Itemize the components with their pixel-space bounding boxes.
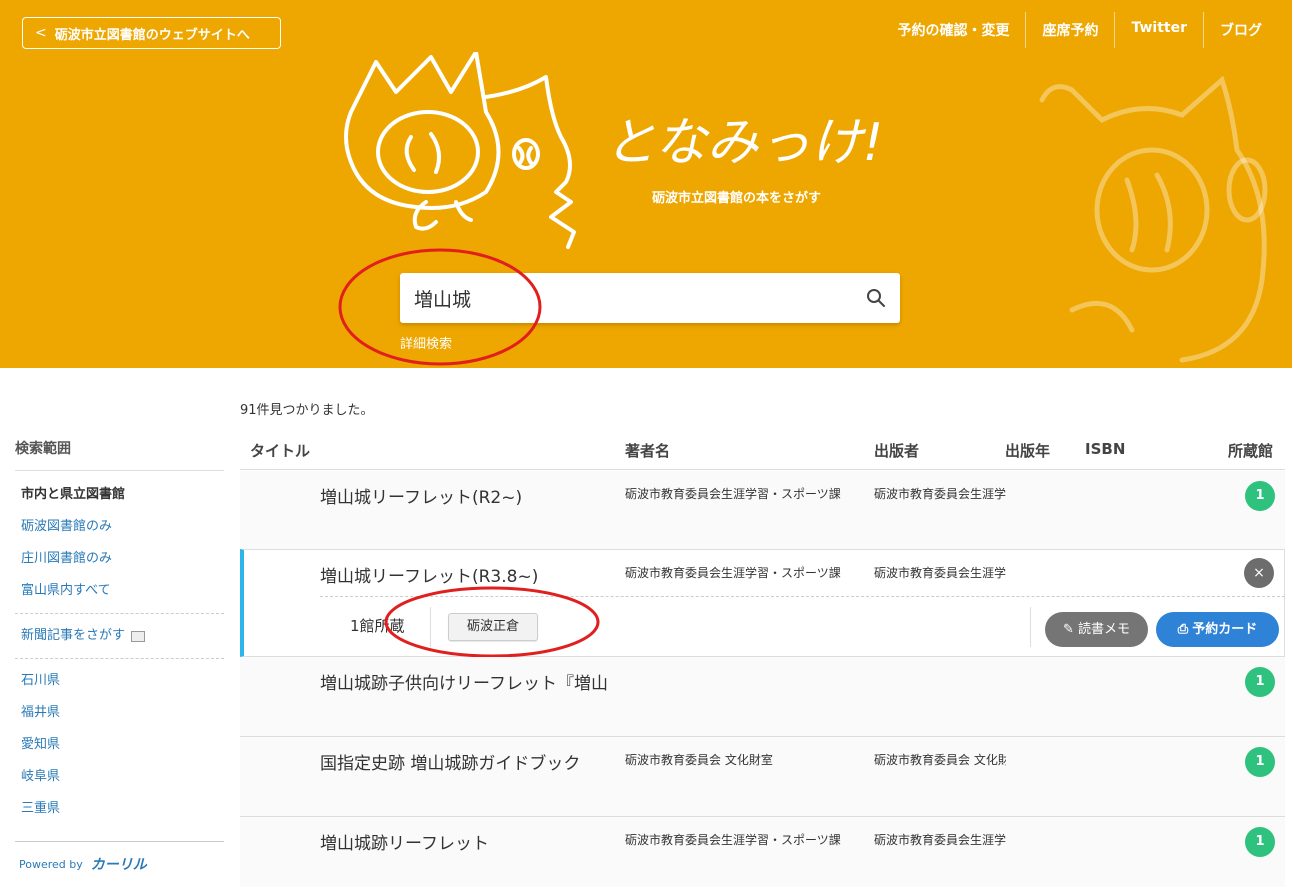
calil-logo: カーリル [90,857,147,873]
search-icon[interactable] [866,288,886,308]
library-count: 1館所蔵 [350,617,405,635]
scope-aichi[interactable]: 愛知県 [15,729,224,761]
book-title[interactable]: 増山城跡子供向けリーフレット『増山 [320,669,610,694]
scope-ishikawa[interactable]: 石川県 [15,665,224,697]
book-publisher: 砺波市教育委員会生涯学 [874,487,1006,501]
book-title[interactable]: 国指定史跡 増山城跡ガイドブック [320,749,610,774]
table-row-expanded[interactable]: 増山城リーフレット(R3.8~) 砺波市教育委員会生涯学習・スポーツ課 砺波市教… [240,549,1285,657]
col-author[interactable]: 著者名 [625,440,670,461]
pencil-icon: ✎ [1063,622,1074,637]
close-button[interactable]: × [1244,558,1274,588]
nav-seat-reservation[interactable]: 座席予約 [1025,12,1114,48]
printer-icon: ⎙ [1177,622,1189,637]
table-row[interactable]: 国指定史跡 増山城跡ガイドブック 砺波市教育委員会 文化財室 砺波市教育委員会 … [240,737,1285,817]
top-nav: 予約の確認・変更 座席予約 Twitter ブログ [881,12,1278,48]
powered-by-text: Powered by [19,857,83,871]
nav-twitter[interactable]: Twitter [1114,12,1203,48]
library-website-button[interactable]: < 砺波市立図書館のウェブサイトへ [22,17,281,49]
result-count: 91件見つかりました。 [240,403,374,418]
scope-newspaper[interactable]: 新聞記事をさがす [15,620,224,652]
reservation-card-button[interactable]: ⎙ 予約カード [1156,612,1279,647]
divider [15,613,224,614]
newspaper-icon [131,630,146,642]
scope-toyama-all[interactable]: 富山県内すべて [15,575,224,607]
col-title[interactable]: タイトル [250,440,310,461]
powered-by-footer[interactable]: Powered by カーリル [15,841,224,874]
book-publisher: 砺波市教育委員会生涯学 [874,566,1006,580]
divider [1030,607,1031,647]
scope-fukui[interactable]: 福井県 [15,697,224,729]
header: < 砺波市立図書館のウェブサイトへ 予約の確認・変更 座席予約 Twitter … [0,0,1292,368]
chevron-left-icon: < [35,25,47,41]
scope-shogawa-only[interactable]: 庄川図書館のみ [15,543,224,575]
holdings-count-badge[interactable]: 1 [1245,481,1275,511]
search-input[interactable] [400,273,840,323]
mascot-illustration [344,52,576,249]
scope-tonami-only[interactable]: 砺波図書館のみ [15,511,224,543]
logo-text: となみっけ! [604,113,883,173]
col-holdings[interactable]: 所蔵館 [1228,440,1273,461]
search-scope-title: 検索範囲 [15,430,224,471]
search-box [400,273,900,323]
divider [15,658,224,659]
col-year[interactable]: 出版年 [1005,440,1050,461]
book-publisher: 砺波市教育委員会 文化財 [874,753,1006,767]
tagline: 砺波市立図書館の本をさがす [652,191,822,206]
nav-blog[interactable]: ブログ [1203,12,1278,48]
logo-wordmark: となみっけ! [604,113,883,173]
reservation-card-label: 予約カード [1192,622,1258,637]
book-author: 砺波市教育委員会生涯学習・スポーツ課 [625,566,841,580]
reading-memo-label: 読書メモ [1077,622,1130,637]
holdings-count-badge[interactable]: 1 [1245,667,1275,697]
reading-memo-button[interactable]: ✎ 読書メモ [1045,612,1148,647]
newspaper-label: 新聞記事をさがす [21,628,126,643]
background-cat-illustration [1039,75,1268,363]
col-isbn[interactable]: ISBN [1085,440,1125,458]
scope-gifu[interactable]: 岐阜県 [15,761,224,793]
book-title[interactable]: 増山城リーフレット(R2~) [320,483,610,508]
col-publisher[interactable]: 出版者 [874,440,919,461]
holdings-count-badge[interactable]: 1 [1245,747,1275,777]
book-author: 砺波市教育委員会生涯学習・スポーツ課 [625,833,841,847]
advanced-search-link[interactable]: 詳細検索 [400,333,452,352]
divider [430,607,431,647]
table-row[interactable]: 増山城跡子供向けリーフレット『増山 1 [240,657,1285,737]
holdings-detail: 1館所蔵 砺波正倉 ✎ 読書メモ ⎙ 予約カード [320,596,1285,654]
table-row[interactable]: 増山城リーフレット(R2~) 砺波市教育委員会生涯学習・スポーツ課 砺波市教育委… [240,471,1285,550]
scope-city-and-pref[interactable]: 市内と県立図書館 [15,479,224,511]
branch-button[interactable]: 砺波正倉 [448,613,538,641]
library-website-label: 砺波市立図書館のウェブサイトへ [54,27,250,43]
holdings-count-badge[interactable]: 1 [1245,827,1275,857]
book-title[interactable]: 増山城跡リーフレット [320,829,610,854]
book-author: 砺波市教育委員会 文化財室 [625,753,773,767]
table-header: タイトル 著者名 出版者 出版年 ISBN 所蔵館 [240,430,1285,470]
table-row[interactable]: 増山城跡リーフレット 砺波市教育委員会生涯学習・スポーツ課 砺波市教育委員会生涯… [240,817,1285,887]
book-publisher: 砺波市教育委員会生涯学 [874,833,1006,847]
book-author: 砺波市教育委員会生涯学習・スポーツ課 [625,487,841,501]
nav-reservation-check[interactable]: 予約の確認・変更 [881,12,1025,48]
sidebar: 検索範囲 市内と県立図書館 砺波図書館のみ 庄川図書館のみ 富山県内すべて 新聞… [15,430,224,874]
scope-mie[interactable]: 三重県 [15,793,224,825]
book-title[interactable]: 増山城リーフレット(R3.8~) [320,562,610,587]
